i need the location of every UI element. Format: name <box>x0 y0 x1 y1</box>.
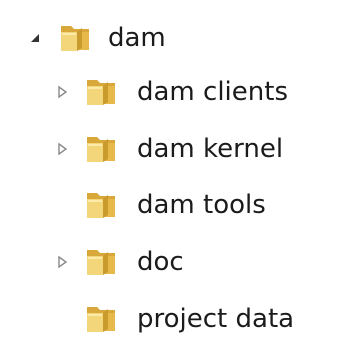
folder-icon <box>84 133 118 165</box>
tree-node-label[interactable]: dam <box>108 22 166 54</box>
folder-tree: dam dam clients dam kernel dam tools doc… <box>0 0 346 341</box>
folder-icon <box>58 22 92 54</box>
folder-icon <box>84 303 118 335</box>
tree-node-dam-kernel[interactable]: dam kernel <box>0 125 346 173</box>
expanded-triangle-icon[interactable] <box>27 30 43 46</box>
tree-node-label[interactable]: dam kernel <box>137 133 283 165</box>
collapsed-triangle-icon[interactable] <box>54 84 70 100</box>
folder-icon <box>84 189 118 221</box>
tree-node-label[interactable]: doc <box>137 246 184 278</box>
tree-node-label[interactable]: project data <box>137 303 294 335</box>
tree-node-label[interactable]: dam tools <box>137 189 266 221</box>
folder-icon <box>84 76 118 108</box>
tree-node-label[interactable]: dam clients <box>137 76 288 108</box>
collapsed-triangle-icon[interactable] <box>54 141 70 157</box>
tree-node-doc[interactable]: doc <box>0 238 346 286</box>
collapsed-triangle-icon[interactable] <box>54 254 70 270</box>
folder-icon <box>84 246 118 278</box>
tree-node-dam[interactable]: dam <box>0 14 346 62</box>
tree-node-project-data[interactable]: project data <box>0 295 346 341</box>
tree-node-dam-clients[interactable]: dam clients <box>0 68 346 116</box>
tree-node-dam-tools[interactable]: dam tools <box>0 181 346 229</box>
